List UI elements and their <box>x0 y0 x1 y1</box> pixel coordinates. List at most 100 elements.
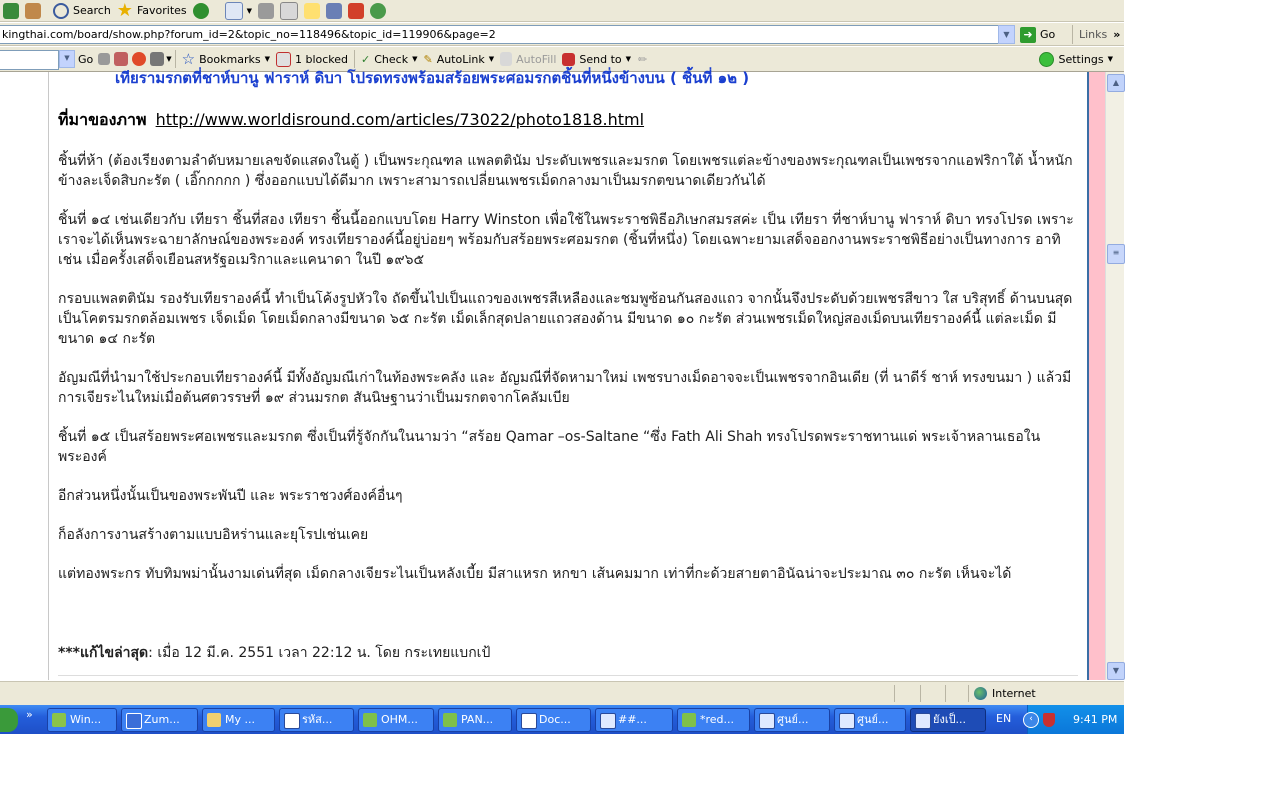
google-search-dropdown[interactable]: ▼ <box>59 50 75 68</box>
refresh-icon <box>3 2 19 19</box>
address-bar: kingthai.com/board/show.php?forum_id=2&t… <box>0 23 1124 46</box>
links-button[interactable]: Links » <box>1079 25 1120 44</box>
home-button[interactable] <box>22 1 44 21</box>
task-label: ศูนย์... <box>857 713 889 726</box>
messenger-button[interactable] <box>367 1 389 21</box>
taskbar-item[interactable]: Zum... <box>121 708 198 732</box>
pencil-icon[interactable]: ✏ <box>638 53 647 66</box>
edit-button[interactable] <box>277 1 301 21</box>
check-label: Check <box>374 52 409 66</box>
taskbar-item[interactable]: *red... <box>677 708 750 732</box>
task-label: My ... <box>225 713 255 726</box>
divider <box>894 685 895 702</box>
paragraph: อีกส่วนหนึ่งนั้นเป็นของพระพันปี และ พระร… <box>58 488 403 504</box>
app-icon <box>759 713 775 729</box>
news-icon[interactable] <box>98 53 111 65</box>
discuss-button[interactable] <box>301 1 323 21</box>
edit-text: : เมื่อ 12 มี.ค. 2551 เวลา 22:12 น. โดย … <box>148 645 491 661</box>
favorites-star-icon: ★ <box>116 0 133 21</box>
app-icon <box>126 713 142 729</box>
search-label: Search <box>73 4 111 17</box>
chevron-right-icon: » <box>1113 28 1121 41</box>
mail-dropdown-icon[interactable]: ▼ <box>247 7 252 15</box>
spellcheck-icon[interactable] <box>132 52 147 66</box>
google-options-icon[interactable] <box>150 52 165 66</box>
refresh-button[interactable] <box>0 1 22 21</box>
google-search-input[interactable] <box>0 49 59 70</box>
task-label: ##... <box>618 713 647 726</box>
taskbar-item-active[interactable]: ยังเป็... <box>910 708 986 732</box>
research-button[interactable] <box>323 1 345 21</box>
edit-icon <box>280 1 299 20</box>
task-label: OHM... <box>381 713 418 726</box>
settings-label: Settings <box>1058 52 1104 66</box>
system-tray: ‹ 9:41 PM <box>1023 705 1124 734</box>
quick-launch-chevron-icon[interactable]: » <box>26 708 33 721</box>
autolink-icon: ✎ <box>423 52 433 66</box>
task-label: ยังเป็... <box>933 713 967 726</box>
mail-button[interactable]: ▼ <box>222 1 255 21</box>
paragraph: ชิ้นที่ ๑๕ เป็นสร้อยพระศอเพชรและมรกต ซึ่… <box>58 429 1041 465</box>
pagerank-icon[interactable] <box>114 52 129 66</box>
app-icon <box>839 713 855 729</box>
history-icon <box>192 2 209 19</box>
paragraph: อัญมณีที่นำมาใช้ประกอบเทียราองค์นี้ มีทั… <box>58 370 1072 406</box>
scroll-thumb[interactable]: ≡ <box>1107 244 1125 264</box>
taskbar-item[interactable]: Win... <box>47 708 117 732</box>
taskbar-item[interactable]: PAN... <box>438 708 512 732</box>
taskbar-item[interactable]: ศูนย์... <box>754 708 830 732</box>
taskbar-item[interactable]: OHM... <box>358 708 434 732</box>
divider <box>920 685 921 702</box>
search-icon <box>53 2 69 19</box>
messenger-icon <box>370 2 387 19</box>
shield-icon[interactable] <box>1043 712 1055 727</box>
security-zone: Internet <box>974 685 1036 702</box>
task-label: PAN... <box>461 713 494 726</box>
address-input[interactable]: kingthai.com/board/show.php?forum_id=2&t… <box>0 25 1000 44</box>
divider <box>945 685 946 702</box>
divider <box>1072 25 1073 44</box>
tray-expand-icon[interactable]: ‹ <box>1023 711 1039 728</box>
options-dropdown-icon[interactable]: ▼ <box>166 55 171 63</box>
check-icon: ✓ <box>361 52 371 66</box>
vertical-scrollbar[interactable]: ▲ ≡ ▼ <box>1105 72 1125 680</box>
download-button[interactable] <box>345 1 367 21</box>
paragraph: แต่ทองพระกร ทับทิมพม่านั้นงามเด่นที่สุด … <box>58 566 1012 582</box>
scroll-up-arrow-icon[interactable]: ▲ <box>1107 74 1125 92</box>
taskbar-item[interactable]: ศูนย์... <box>834 708 906 732</box>
search-button[interactable]: Search <box>50 1 114 21</box>
favorites-button[interactable]: ★ Favorites <box>114 1 190 21</box>
chevron-down-icon: ▼ <box>1107 55 1113 63</box>
task-label: ศูนย์... <box>777 713 809 726</box>
address-dropdown-button[interactable]: ▼ <box>998 25 1015 44</box>
paragraph: ชิ้นที่ ๑๔ เช่นเดียวกับ เทียรา ชิ้นที่สอ… <box>58 212 1074 268</box>
taskbar-item[interactable]: Doc... <box>516 708 591 732</box>
history-button[interactable] <box>190 1 212 21</box>
page-content: เทียรามรกตที่ชาห์บานู ฟาราห์ ดิบา โปรดทร… <box>48 69 1088 680</box>
go-button[interactable]: ➜ Go <box>1020 25 1055 44</box>
go-arrow-icon: ➜ <box>1020 26 1036 43</box>
divider <box>58 675 1078 676</box>
image-source-line: ที่มาของภาพ http://www.worldisround.com/… <box>58 108 644 133</box>
green-circle-icon <box>1039 51 1055 67</box>
download-icon <box>348 2 365 19</box>
scroll-down-arrow-icon[interactable]: ▼ <box>1107 662 1125 680</box>
taskbar-item[interactable]: My ... <box>202 708 275 732</box>
print-button[interactable] <box>255 1 277 21</box>
mail-icon <box>224 1 243 20</box>
bookmarks-label: Bookmarks <box>199 52 261 66</box>
language-indicator[interactable]: EN <box>996 712 1011 725</box>
source-link[interactable]: http://www.worldisround.com/articles/730… <box>156 110 644 129</box>
taskbar-item[interactable]: ##... <box>595 708 673 732</box>
research-icon <box>326 2 343 19</box>
google-go-button[interactable]: Go <box>75 49 96 69</box>
chevron-down-icon: ▼ <box>625 55 632 63</box>
settings-button[interactable]: Settings ▼ <box>1036 49 1116 69</box>
clock[interactable]: 9:41 PM <box>1073 713 1117 726</box>
chevron-down-icon: ▼ <box>264 55 270 63</box>
start-button[interactable] <box>0 708 18 732</box>
app-icon <box>284 713 300 729</box>
taskbar-item[interactable]: รหัส... <box>279 708 354 732</box>
blocked-label: 1 blocked <box>294 52 349 66</box>
app-icon <box>915 713 931 729</box>
